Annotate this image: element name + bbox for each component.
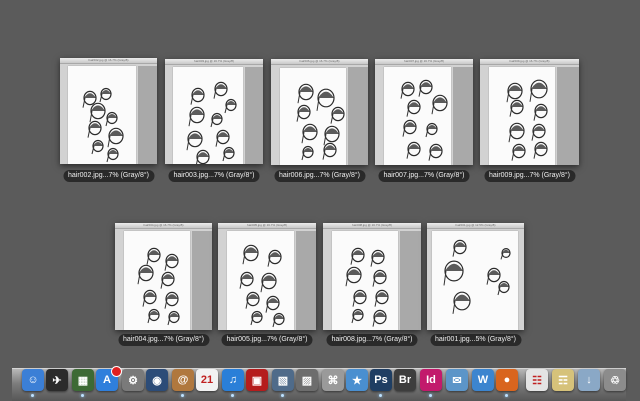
hair-sketches [296,83,345,161]
document-window[interactable]: hair001.jpg @ 12.5% (Gray/8) [427,223,524,330]
trash-icon[interactable]: ♲ [604,369,626,391]
document-canvas [280,68,346,165]
document-canvas [124,231,190,330]
bridge-icon[interactable]: Br [394,369,416,391]
window-titlebar[interactable]: hair005.jpg @ 16.7% (Gray/8) [218,223,316,229]
document-window[interactable]: hair003.jpg @ 16.7% (Gray/8) [165,59,263,164]
hair-sketches [82,87,124,163]
address-book-icon[interactable]: @ [172,369,194,391]
side-panel [557,67,579,165]
hair-sketches [345,247,389,327]
photo-booth-icon[interactable]: ◉ [146,369,168,391]
update-badge [111,366,122,377]
document-window[interactable]: hair004.jpg @ 16.7% (Gray/8) [115,223,212,330]
running-indicator [81,394,84,397]
calendar-icon[interactable]: 21 [196,369,218,391]
side-panel [245,67,263,164]
hair-sketches [443,239,511,314]
window-title: hair008.jpg @ 16.7% (Gray/8) [352,223,392,227]
document-canvas [68,66,136,164]
window-title: hair004.jpg @ 16.7% (Gray/8) [143,223,184,227]
document-window[interactable]: hair002.jpg @ 16.7% (Gray/8) [60,58,157,164]
photoshop-icon[interactable]: Ps [370,369,392,391]
hair-sketches [239,244,285,328]
window-title: hair001.jpg @ 12.5% (Gray/8) [455,223,496,227]
mail-icon[interactable]: ✉ [446,369,468,391]
document-window[interactable]: hair009.jpg @ 16.7% (Gray/8) [480,59,579,165]
window-title: hair002.jpg @ 16.7% (Gray/8) [88,58,129,62]
window-titlebar[interactable]: hair002.jpg @ 16.7% (Gray/8) [60,58,157,64]
document-canvas [173,67,243,164]
hair-sketches [400,79,448,161]
window-label[interactable]: hair002.jpg...7% (Gray/8°) [62,170,155,182]
window-title: hair006.jpg @ 16.7% (Gray/8) [299,59,340,63]
window-titlebar[interactable]: hair003.jpg @ 16.7% (Gray/8) [165,59,263,65]
image-viewer-icon[interactable]: ▧ [272,369,294,391]
document-canvas [227,231,294,330]
document-window[interactable]: hair006.jpg @ 16.7% (Gray/8) [271,59,368,165]
running-indicator [181,394,184,397]
window-label[interactable]: hair008.jpg...7% (Gray/8°) [326,334,418,346]
hair-sketches [186,81,237,164]
pdf-file-icon[interactable]: ☶ [552,369,574,391]
document-canvas [432,231,518,330]
side-panel [296,231,316,330]
window-titlebar[interactable]: hair008.jpg @ 16.7% (Gray/8) [323,223,421,229]
running-indicator [429,394,432,397]
finder-icon[interactable]: ☺ [22,369,44,391]
window-titlebar[interactable]: hair007.jpg @ 16.7% (Gray/8) [375,59,473,65]
running-indicator [231,394,234,397]
running-indicator [281,394,284,397]
window-label[interactable]: hair005.jpg...7% (Gray/8°) [221,334,313,346]
hair-sketches [506,79,548,161]
mission-control-icon[interactable]: ▦ [72,369,94,391]
preview-icon[interactable]: ▨ [296,369,318,391]
document-canvas [384,67,451,165]
document-canvas [489,67,555,165]
window-label[interactable]: hair009.jpg...7% (Gray/8°) [483,170,576,182]
side-panel [192,231,212,330]
window-titlebar[interactable]: hair009.jpg @ 16.7% (Gray/8) [480,59,579,65]
side-panel [400,231,421,330]
firefox-icon[interactable]: ● [496,369,518,391]
launchpad-icon[interactable]: ✈ [46,369,68,391]
window-label[interactable]: hair003.jpg...7% (Gray/8°) [168,170,260,182]
side-panel [348,67,368,165]
window-title: hair007.jpg @ 16.7% (Gray/8) [404,59,444,63]
writer-icon[interactable]: W [472,369,494,391]
document-icon[interactable]: ☷ [526,369,548,391]
indesign-icon[interactable]: Id [420,369,442,391]
document-window[interactable]: hair008.jpg @ 16.7% (Gray/8) [323,223,421,330]
activity-icon[interactable]: ★ [346,369,368,391]
running-indicator [379,394,382,397]
window-title: hair005.jpg @ 16.7% (Gray/8) [247,223,287,227]
photo-app-icon[interactable]: ▣ [246,369,268,391]
side-panel [138,66,157,164]
side-panel [453,67,473,165]
document-canvas [332,231,398,330]
downloads-folder-icon[interactable]: ↓ [578,369,600,391]
running-indicator [505,394,508,397]
itunes-icon[interactable]: ♫ [222,369,244,391]
window-label[interactable]: hair007.jpg...7% (Gray/8°) [378,170,470,182]
document-window[interactable]: hair005.jpg @ 16.7% (Gray/8) [218,223,316,330]
window-label[interactable]: hair001.jpg...5% (Gray/8°) [429,334,522,346]
hair-sketches [137,247,180,326]
system-preferences-icon[interactable]: ⚙ [122,369,144,391]
document-window[interactable]: hair007.jpg @ 16.7% (Gray/8) [375,59,473,165]
window-title: hair003.jpg @ 16.7% (Gray/8) [194,59,234,63]
window-title: hair009.jpg @ 16.7% (Gray/8) [509,59,550,63]
utility-icon[interactable]: ⌘ [322,369,344,391]
running-indicator [31,394,34,397]
window-titlebar[interactable]: hair004.jpg @ 16.7% (Gray/8) [115,223,212,229]
window-titlebar[interactable]: hair006.jpg @ 16.7% (Gray/8) [271,59,368,65]
window-titlebar[interactable]: hair001.jpg @ 12.5% (Gray/8) [427,223,524,229]
window-label[interactable]: hair004.jpg...7% (Gray/8°) [117,334,210,346]
window-label[interactable]: hair006.jpg...7% (Gray/8°) [273,170,366,182]
